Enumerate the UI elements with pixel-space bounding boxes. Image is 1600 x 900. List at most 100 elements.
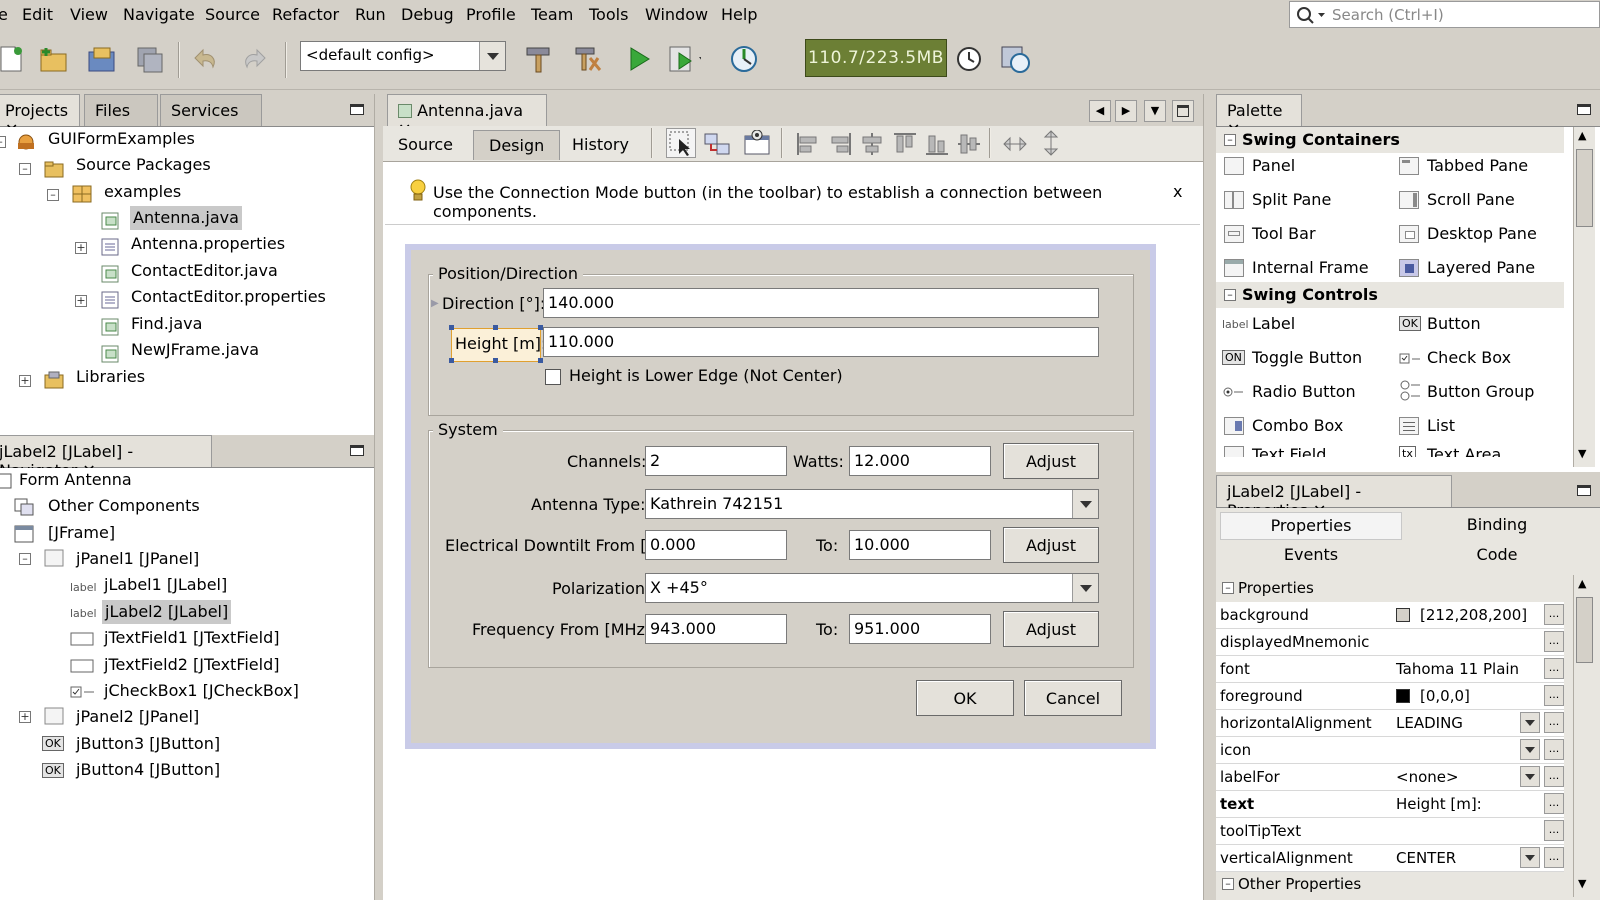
palette-check-box[interactable]: Check Box <box>1427 348 1511 367</box>
direction-label[interactable]: Direction [°]: <box>442 294 545 313</box>
prop-row-vertical-alignment[interactable]: verticalAlignment CENTER ... <box>1216 845 1564 872</box>
config-select[interactable]: <default config> <box>300 41 506 71</box>
collapse-icon[interactable]: – <box>1222 878 1234 890</box>
edit-property-button[interactable]: ... <box>1544 631 1564 652</box>
adjust-frequency-button[interactable]: Adjust <box>1003 611 1099 647</box>
palette-button[interactable]: Button <box>1427 314 1481 333</box>
tab-antenna-java[interactable]: Antenna.java ✕ <box>387 94 547 139</box>
downtilt-to-field[interactable]: 10.000 <box>849 530 991 560</box>
palette-layered-pane[interactable]: Layered Pane <box>1427 258 1535 277</box>
tab-properties[interactable]: Properties <box>1220 512 1402 540</box>
new-project-icon[interactable] <box>36 42 70 76</box>
edit-property-button[interactable]: ... <box>1544 793 1564 814</box>
tab-navigator[interactable]: jLabel2 [JLabel] - Navigator ✕ <box>0 435 212 480</box>
collapse-icon[interactable]: – <box>1222 582 1234 594</box>
minimize-icon[interactable] <box>350 104 364 115</box>
frequency-from-field[interactable]: 943.000 <box>645 614 787 644</box>
palette-split-pane[interactable]: Split Pane <box>1252 190 1331 209</box>
align-right-icon[interactable] <box>827 130 853 158</box>
selection-mode-icon[interactable] <box>666 128 696 158</box>
menu-debug[interactable]: Debug <box>401 5 454 24</box>
menu-view[interactable]: View <box>70 5 108 24</box>
palette-tabbed-pane[interactable]: Tabbed Pane <box>1427 156 1528 175</box>
tab-palette[interactable]: Palette ✕ <box>1216 94 1302 139</box>
adjust-watts-button[interactable]: Adjust <box>1003 443 1099 479</box>
tree-item-source-packages[interactable]: Source Packages <box>76 153 211 177</box>
chevron-down-icon[interactable] <box>1520 739 1540 760</box>
edit-property-button[interactable]: ... <box>1544 766 1564 787</box>
direction-field[interactable]: 140.000 <box>543 288 1099 318</box>
scroll-up-icon[interactable]: ▲ <box>1578 129 1586 142</box>
tree-item-antenna-java[interactable]: Antenna.java <box>130 206 242 230</box>
tab-design[interactable]: Design <box>473 130 561 160</box>
menu-source[interactable]: Source <box>205 5 260 24</box>
edit-property-button[interactable]: ... <box>1544 604 1564 625</box>
tree-item-find-java[interactable]: Find.java <box>131 312 202 336</box>
collapse-icon[interactable]: – <box>47 189 59 201</box>
maximize-icon[interactable] <box>1172 100 1194 122</box>
watts-field[interactable]: 12.000 <box>849 446 991 476</box>
right-splitter[interactable] <box>1203 94 1216 900</box>
menu-edit[interactable]: Edit <box>22 5 53 24</box>
minimize-icon[interactable] <box>1577 104 1591 115</box>
other-properties-section[interactable]: – Other Properties <box>1216 871 1564 897</box>
minimize-icon[interactable] <box>350 445 364 456</box>
tree-item-contacteditor-properties[interactable]: ContactEditor.properties <box>131 285 326 309</box>
tree-item-package[interactable]: examples <box>104 180 181 204</box>
tab-binding[interactable]: Binding <box>1406 512 1588 540</box>
prop-row-displayed-mnemonic[interactable]: displayedMnemonic ... <box>1216 629 1564 656</box>
prop-row-horizontal-alignment[interactable]: horizontalAlignment LEADING ... <box>1216 710 1564 737</box>
tab-properties-window[interactable]: jLabel2 [JLabel] - Properties ✕ <box>1216 475 1452 520</box>
preview-design-icon[interactable] <box>743 130 771 158</box>
collapse-icon[interactable]: – <box>1224 134 1236 146</box>
nav-jcheckbox1[interactable]: jCheckBox1 [JCheckBox] <box>104 679 299 703</box>
clean-build-icon[interactable] <box>571 42 605 76</box>
collapse-icon[interactable]: – <box>1224 289 1236 301</box>
prop-row-foreground[interactable]: foreground [0,0,0] ... <box>1216 683 1564 710</box>
menu-file[interactable]: e <box>0 5 8 24</box>
menu-window[interactable]: Window <box>645 5 708 24</box>
nav-jpanel1[interactable]: jPanel1 [JPanel] <box>76 547 199 571</box>
palette-button-group[interactable]: Button Group <box>1427 382 1534 401</box>
properties-scrollbar[interactable]: ▲ ▼ <box>1573 575 1595 897</box>
run-icon[interactable] <box>622 42 656 76</box>
tab-files[interactable]: Files <box>84 94 158 126</box>
prop-row-label-for[interactable]: labelFor <none> ... <box>1216 764 1564 791</box>
palette-text-area[interactable]: Text Area <box>1427 445 1501 457</box>
frequency-to-field[interactable]: 951.000 <box>849 614 991 644</box>
gc-clock-icon[interactable] <box>952 42 986 76</box>
resize-horizontal-icon[interactable] <box>1001 130 1029 158</box>
document-list-icon[interactable]: ▼ <box>1144 100 1166 122</box>
menu-help[interactable]: Help <box>721 5 757 24</box>
category-swing-controls[interactable]: Swing Controls <box>1216 282 1564 308</box>
tab-services[interactable]: Services <box>160 94 262 126</box>
palette-label[interactable]: Label <box>1252 314 1295 333</box>
height-field[interactable]: 110.000 <box>543 327 1099 357</box>
left-splitter[interactable] <box>374 94 383 900</box>
prop-row-text[interactable]: text Height [m]: ... <box>1216 791 1564 818</box>
search-icon[interactable] <box>1296 6 1326 24</box>
menu-refactor[interactable]: Refactor <box>272 5 339 24</box>
edit-property-button[interactable]: ... <box>1544 847 1564 868</box>
search-box[interactable]: Search (Ctrl+I) <box>1289 1 1600 28</box>
nav-form-antenna[interactable]: Form Antenna <box>19 468 132 492</box>
collapse-icon[interactable]: – <box>19 163 31 175</box>
hint-close-button[interactable]: x <box>1173 182 1182 201</box>
menu-navigate[interactable]: Navigate <box>123 5 195 24</box>
chevron-down-icon[interactable] <box>1072 574 1098 602</box>
redo-icon[interactable] <box>237 42 271 76</box>
edit-property-button[interactable]: ... <box>1544 658 1564 679</box>
tree-item-project[interactable]: GUIFormExamples <box>48 127 195 151</box>
menu-team[interactable]: Team <box>531 5 573 24</box>
expand-icon[interactable]: + <box>19 375 31 387</box>
expand-icon[interactable]: + <box>19 711 31 723</box>
scroll-left-icon[interactable]: ◀ <box>1089 100 1111 122</box>
minimize-icon[interactable] <box>1577 485 1591 496</box>
open-project-icon[interactable] <box>84 42 118 76</box>
height-label[interactable]: Height [m]: <box>455 334 546 353</box>
chevron-down-icon[interactable] <box>1520 766 1540 787</box>
polarization-select[interactable]: X +45° <box>645 573 1099 603</box>
channels-field[interactable]: 2 <box>645 446 787 476</box>
scroll-right-icon[interactable]: ▶ <box>1115 100 1137 122</box>
nav-jbutton4[interactable]: jButton4 [JButton] <box>76 758 220 782</box>
